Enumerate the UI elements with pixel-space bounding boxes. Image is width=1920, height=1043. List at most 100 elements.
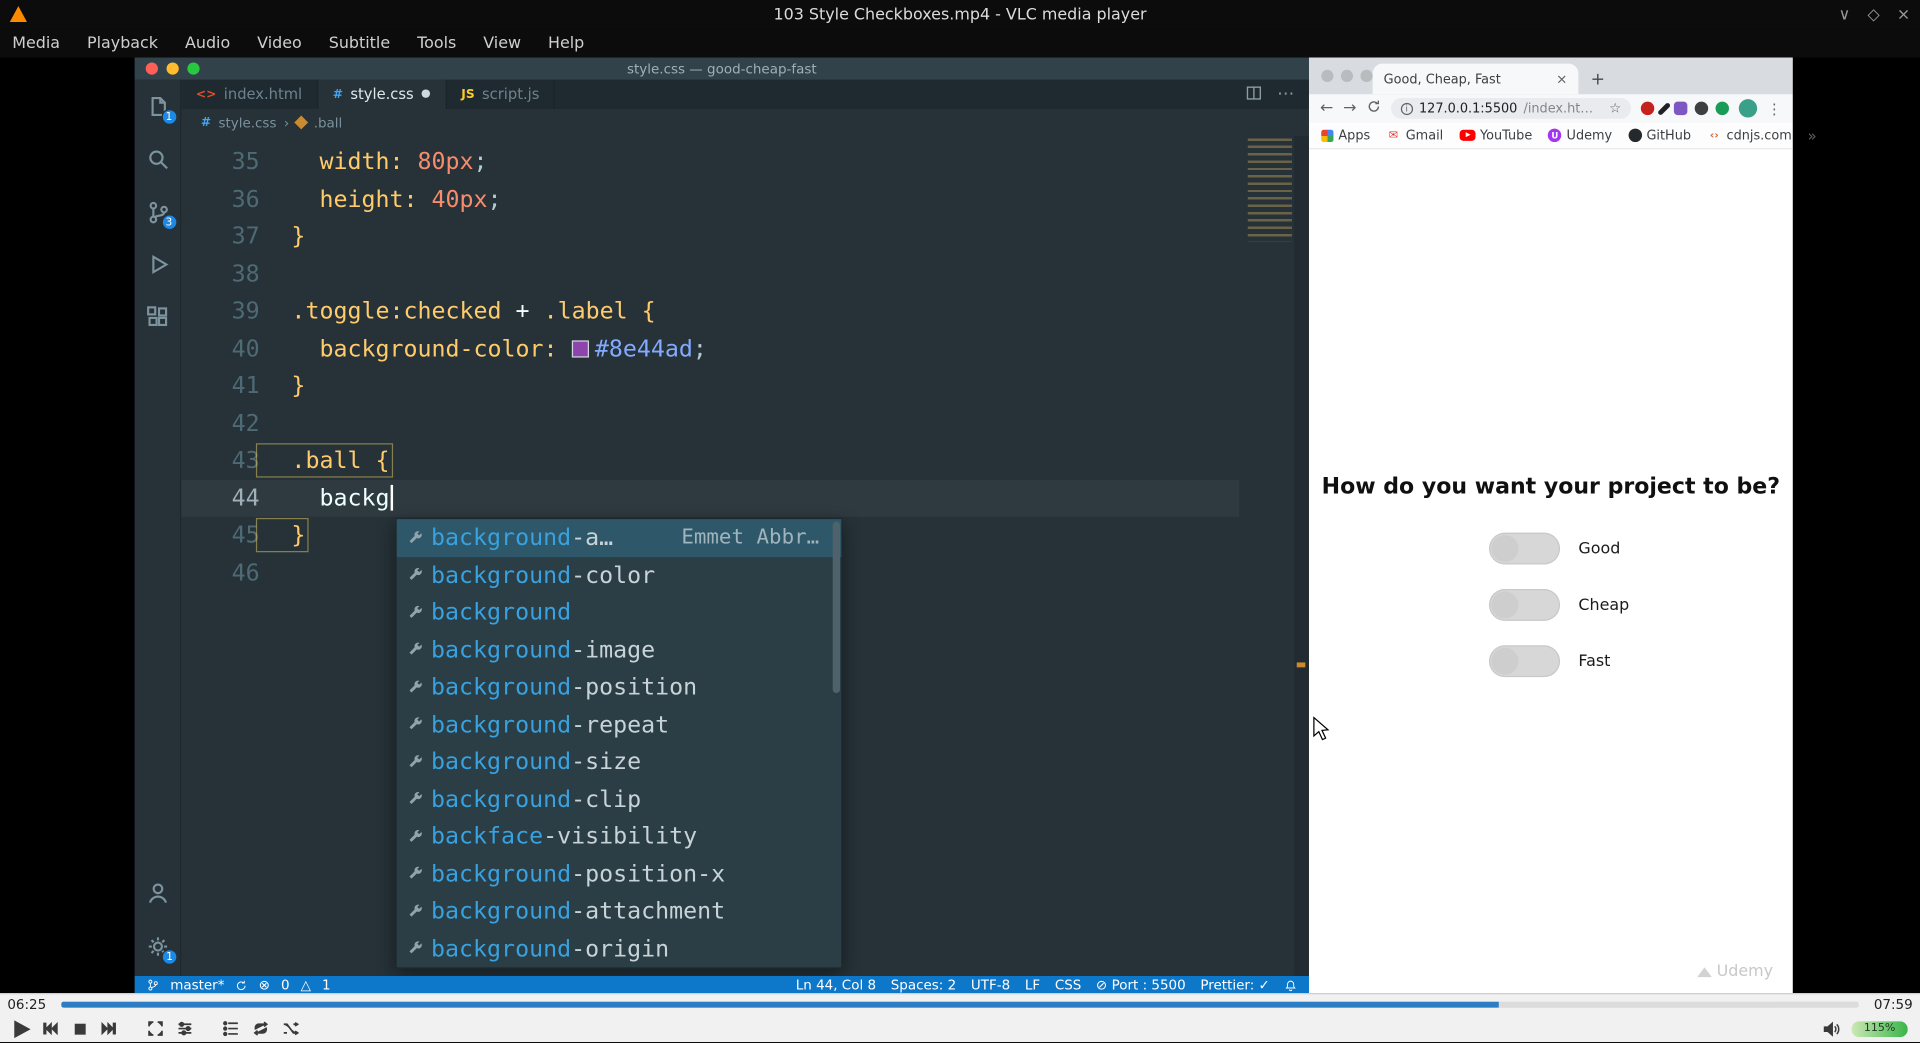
close-traffic-icon[interactable] bbox=[1321, 69, 1334, 83]
profile-avatar[interactable] bbox=[1738, 99, 1758, 118]
checkbox-row-cheap[interactable]: Cheap bbox=[1488, 588, 1629, 621]
ext-pin-icon[interactable] bbox=[1694, 101, 1709, 116]
color-swatch[interactable] bbox=[571, 340, 589, 358]
loop-button[interactable] bbox=[247, 1015, 274, 1042]
status-item[interactable]: UTF-8 bbox=[971, 977, 1010, 993]
volume-slider[interactable]: 115% bbox=[1851, 1020, 1908, 1037]
bookmark-github[interactable]: GitHub bbox=[1628, 128, 1691, 143]
status-item[interactable]: Prettier: ✓ bbox=[1200, 977, 1269, 993]
suggestion-item[interactable]: background-a… Emmet Abbr… bbox=[396, 519, 842, 557]
minimap[interactable] bbox=[1247, 138, 1292, 242]
code-editor[interactable]: 35 width: 80px; 36 height: 40px; 37} 38 39 .t… bbox=[181, 135, 1309, 976]
stop-button[interactable] bbox=[66, 1015, 93, 1042]
menu-item-audio[interactable]: Audio bbox=[185, 34, 230, 52]
warnings-icon[interactable]: △ bbox=[301, 977, 311, 993]
close-icon[interactable]: × bbox=[1897, 6, 1910, 24]
code-line[interactable]: 37} bbox=[181, 218, 1239, 255]
ext-red-icon[interactable] bbox=[1640, 101, 1655, 116]
warnings-count[interactable]: 1 bbox=[322, 977, 331, 993]
breadcrumb-symbol[interactable]: .ball bbox=[314, 114, 343, 130]
new-tab-icon[interactable]: + bbox=[1591, 71, 1605, 88]
run-debug-icon[interactable] bbox=[143, 250, 172, 279]
video-display-area[interactable]: style.css — good-cheap-fast 1 3 1 <> ind… bbox=[0, 57, 1920, 994]
code-line[interactable]: 35 width: 80px; bbox=[181, 143, 1239, 180]
next-button[interactable] bbox=[96, 1015, 123, 1042]
source-control-icon[interactable]: 3 bbox=[143, 197, 177, 231]
status-item[interactable]: LF bbox=[1025, 977, 1040, 993]
more-actions-icon[interactable]: ⋯ bbox=[1277, 84, 1294, 104]
browser-menu-icon[interactable]: ⋮ bbox=[1767, 100, 1782, 117]
extended-settings-button[interactable] bbox=[171, 1015, 198, 1042]
code-line[interactable]: 41} bbox=[181, 367, 1239, 404]
toggle-checkbox[interactable] bbox=[1488, 532, 1561, 565]
code-line[interactable]: 40 background-color: #8e44ad; bbox=[181, 330, 1239, 367]
code-line[interactable]: 36 height: 40px; bbox=[181, 181, 1239, 218]
menu-item-tools[interactable]: Tools bbox=[417, 34, 456, 52]
zoom-traffic-icon[interactable] bbox=[1360, 69, 1373, 83]
explorer-icon[interactable]: 1 bbox=[143, 92, 177, 125]
toggle-checkbox[interactable] bbox=[1488, 645, 1561, 678]
seek-bar[interactable] bbox=[61, 1001, 1859, 1008]
suggestion-item[interactable]: background-origin bbox=[397, 930, 841, 967]
account-icon[interactable] bbox=[143, 878, 172, 907]
reload-icon[interactable] bbox=[1366, 99, 1381, 117]
shuffle-button[interactable] bbox=[277, 1015, 304, 1042]
extensions-icon[interactable] bbox=[143, 302, 172, 331]
back-icon[interactable]: ← bbox=[1320, 100, 1333, 116]
ext-green-icon[interactable] bbox=[1715, 101, 1729, 116]
code-line[interactable]: 39 .toggle:checked + .label { bbox=[181, 293, 1239, 330]
status-item[interactable]: ⊘ Port : 5500 bbox=[1096, 977, 1186, 993]
menu-item-subtitle[interactable]: Subtitle bbox=[329, 34, 390, 52]
suggestion-item[interactable]: background-attachment bbox=[397, 893, 841, 930]
code-line[interactable]: 44 backg bbox=[181, 479, 1240, 517]
suggestion-item[interactable]: background-position-x bbox=[397, 855, 841, 892]
menu-item-playback[interactable]: Playback bbox=[87, 34, 158, 52]
restore-icon[interactable]: ◇ bbox=[1867, 6, 1879, 24]
split-editor-icon[interactable] bbox=[1245, 83, 1262, 106]
tab-style.css[interactable]: # style.css ● bbox=[318, 79, 447, 109]
checkbox-row-good[interactable]: Good bbox=[1488, 532, 1629, 565]
branch-label[interactable]: master* bbox=[170, 977, 224, 993]
minimize-icon[interactable]: ∨ bbox=[1839, 6, 1851, 24]
settings-gear-icon[interactable]: 1 bbox=[143, 932, 178, 965]
address-bar[interactable]: i 127.0.0.1:5500 /index.ht… ☆ bbox=[1390, 97, 1632, 119]
toggle-checkbox[interactable] bbox=[1488, 588, 1561, 621]
suggestion-item[interactable]: background-color bbox=[397, 557, 841, 594]
tab-index.html[interactable]: <> index.html bbox=[181, 79, 319, 109]
speaker-icon[interactable] bbox=[1817, 1015, 1844, 1042]
tab-close-icon[interactable]: × bbox=[1556, 71, 1567, 87]
status-item[interactable]: Ln 44, Col 8 bbox=[796, 977, 876, 993]
suggestion-item[interactable]: background-clip bbox=[397, 781, 841, 818]
play-button[interactable] bbox=[7, 1015, 34, 1042]
suggestion-item[interactable]: backface-visibility bbox=[397, 818, 841, 855]
suggestion-item[interactable]: background bbox=[397, 594, 841, 631]
suggestion-item[interactable]: background-position bbox=[397, 669, 841, 706]
code-line[interactable]: 43 .ball { bbox=[181, 442, 1239, 479]
errors-icon[interactable]: ⊗ bbox=[259, 977, 270, 993]
tab-script.js[interactable]: JS script.js bbox=[447, 79, 556, 109]
previous-button[interactable] bbox=[37, 1015, 64, 1042]
git-branch-icon[interactable] bbox=[147, 977, 159, 993]
suggest-scrollbar[interactable] bbox=[832, 521, 841, 694]
fullscreen-button[interactable] bbox=[142, 1015, 169, 1042]
breadcrumb-file[interactable]: style.css bbox=[218, 114, 276, 130]
status-item[interactable]: Spaces: 2 bbox=[891, 977, 956, 993]
suggestion-item[interactable]: background-repeat bbox=[397, 706, 841, 743]
playlist-button[interactable] bbox=[218, 1015, 245, 1042]
suggestion-item[interactable]: background-size bbox=[397, 743, 841, 780]
bookmarks-overflow-icon[interactable]: » bbox=[1808, 127, 1817, 144]
site-info-icon[interactable]: i bbox=[1400, 102, 1413, 115]
bookmark-gmail[interactable]: ✉ Gmail bbox=[1386, 128, 1443, 143]
code-line[interactable]: 38 bbox=[181, 255, 1239, 292]
errors-count[interactable]: 0 bbox=[281, 977, 290, 993]
minimize-traffic-icon[interactable] bbox=[1340, 69, 1354, 83]
search-icon[interactable] bbox=[143, 144, 172, 173]
code-line[interactable]: 42 bbox=[181, 405, 1239, 442]
breadcrumb[interactable]: # style.css › .ball bbox=[181, 108, 1309, 136]
bookmark-star-icon[interactable]: ☆ bbox=[1609, 100, 1621, 116]
browser-tab[interactable]: Good, Cheap, Fast × bbox=[1372, 63, 1579, 95]
bookmark-udemy[interactable]: U Udemy bbox=[1548, 128, 1612, 143]
menu-item-help[interactable]: Help bbox=[548, 34, 584, 52]
editor-scrollbar[interactable] bbox=[1294, 135, 1309, 976]
suggestion-item[interactable]: background-image bbox=[397, 631, 841, 668]
